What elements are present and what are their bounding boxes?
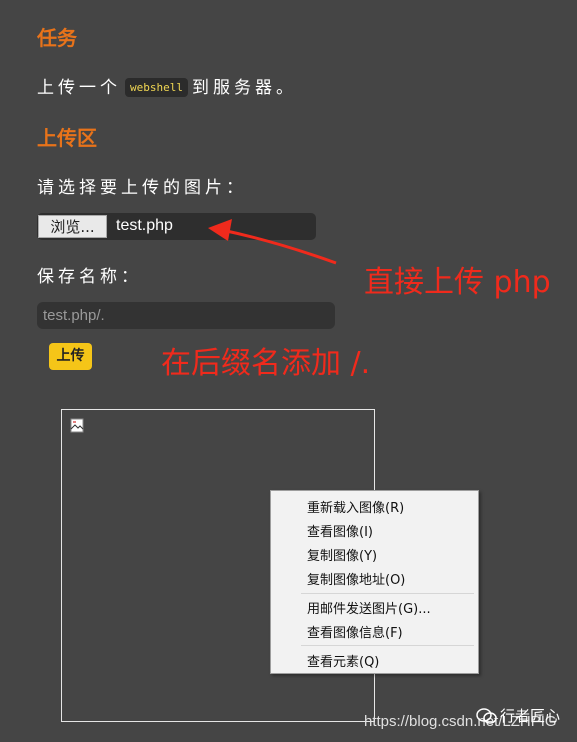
context-menu: 重新载入图像(R) 查看图像(I) 复制图像(Y) 复制图像地址(O) 用邮件发… <box>270 490 479 674</box>
task-text-after: 到服务器。 <box>191 78 297 98</box>
menu-item-reload-image[interactable]: 重新载入图像(R) <box>307 497 404 516</box>
save-name-input[interactable]: test.php/. <box>37 302 335 329</box>
broken-image-icon <box>70 418 86 438</box>
code-snippet: webshell <box>125 78 188 97</box>
watermark-brand: 行者匠心 <box>500 707 561 725</box>
annotation-direct-upload: 直接上传 php <box>364 265 551 300</box>
menu-item-inspect-element[interactable]: 查看元素(Q) <box>307 651 379 670</box>
file-input[interactable]: 浏览... test.php <box>37 213 316 240</box>
menu-item-view-image-info[interactable]: 查看图像信息(F) <box>307 622 403 641</box>
task-description: 上传一个 webshell 到服务器。 <box>37 73 297 98</box>
annotation-add-suffix: 在后缀名添加 /. <box>161 346 371 381</box>
menu-item-copy-image-address[interactable]: 复制图像地址(O) <box>307 569 405 588</box>
upload-heading: 上传区 <box>37 126 97 150</box>
menu-separator <box>301 593 474 594</box>
menu-item-view-image[interactable]: 查看图像(I) <box>307 521 373 540</box>
task-heading: 任务 <box>37 26 77 50</box>
wechat-icon <box>476 708 497 724</box>
select-label: 请选择要上传的图片： <box>37 178 247 198</box>
menu-item-copy-image[interactable]: 复制图像(Y) <box>307 545 377 564</box>
menu-item-email-image[interactable]: 用邮件发送图片(G)... <box>307 598 431 617</box>
menu-separator <box>301 645 474 646</box>
upload-button[interactable]: 上传 <box>49 343 92 370</box>
selected-file-name: test.php <box>116 217 173 234</box>
task-text-before: 上传一个 <box>37 78 121 98</box>
browse-button[interactable]: 浏览... <box>38 215 107 238</box>
save-name-label: 保存名称： <box>37 267 142 287</box>
